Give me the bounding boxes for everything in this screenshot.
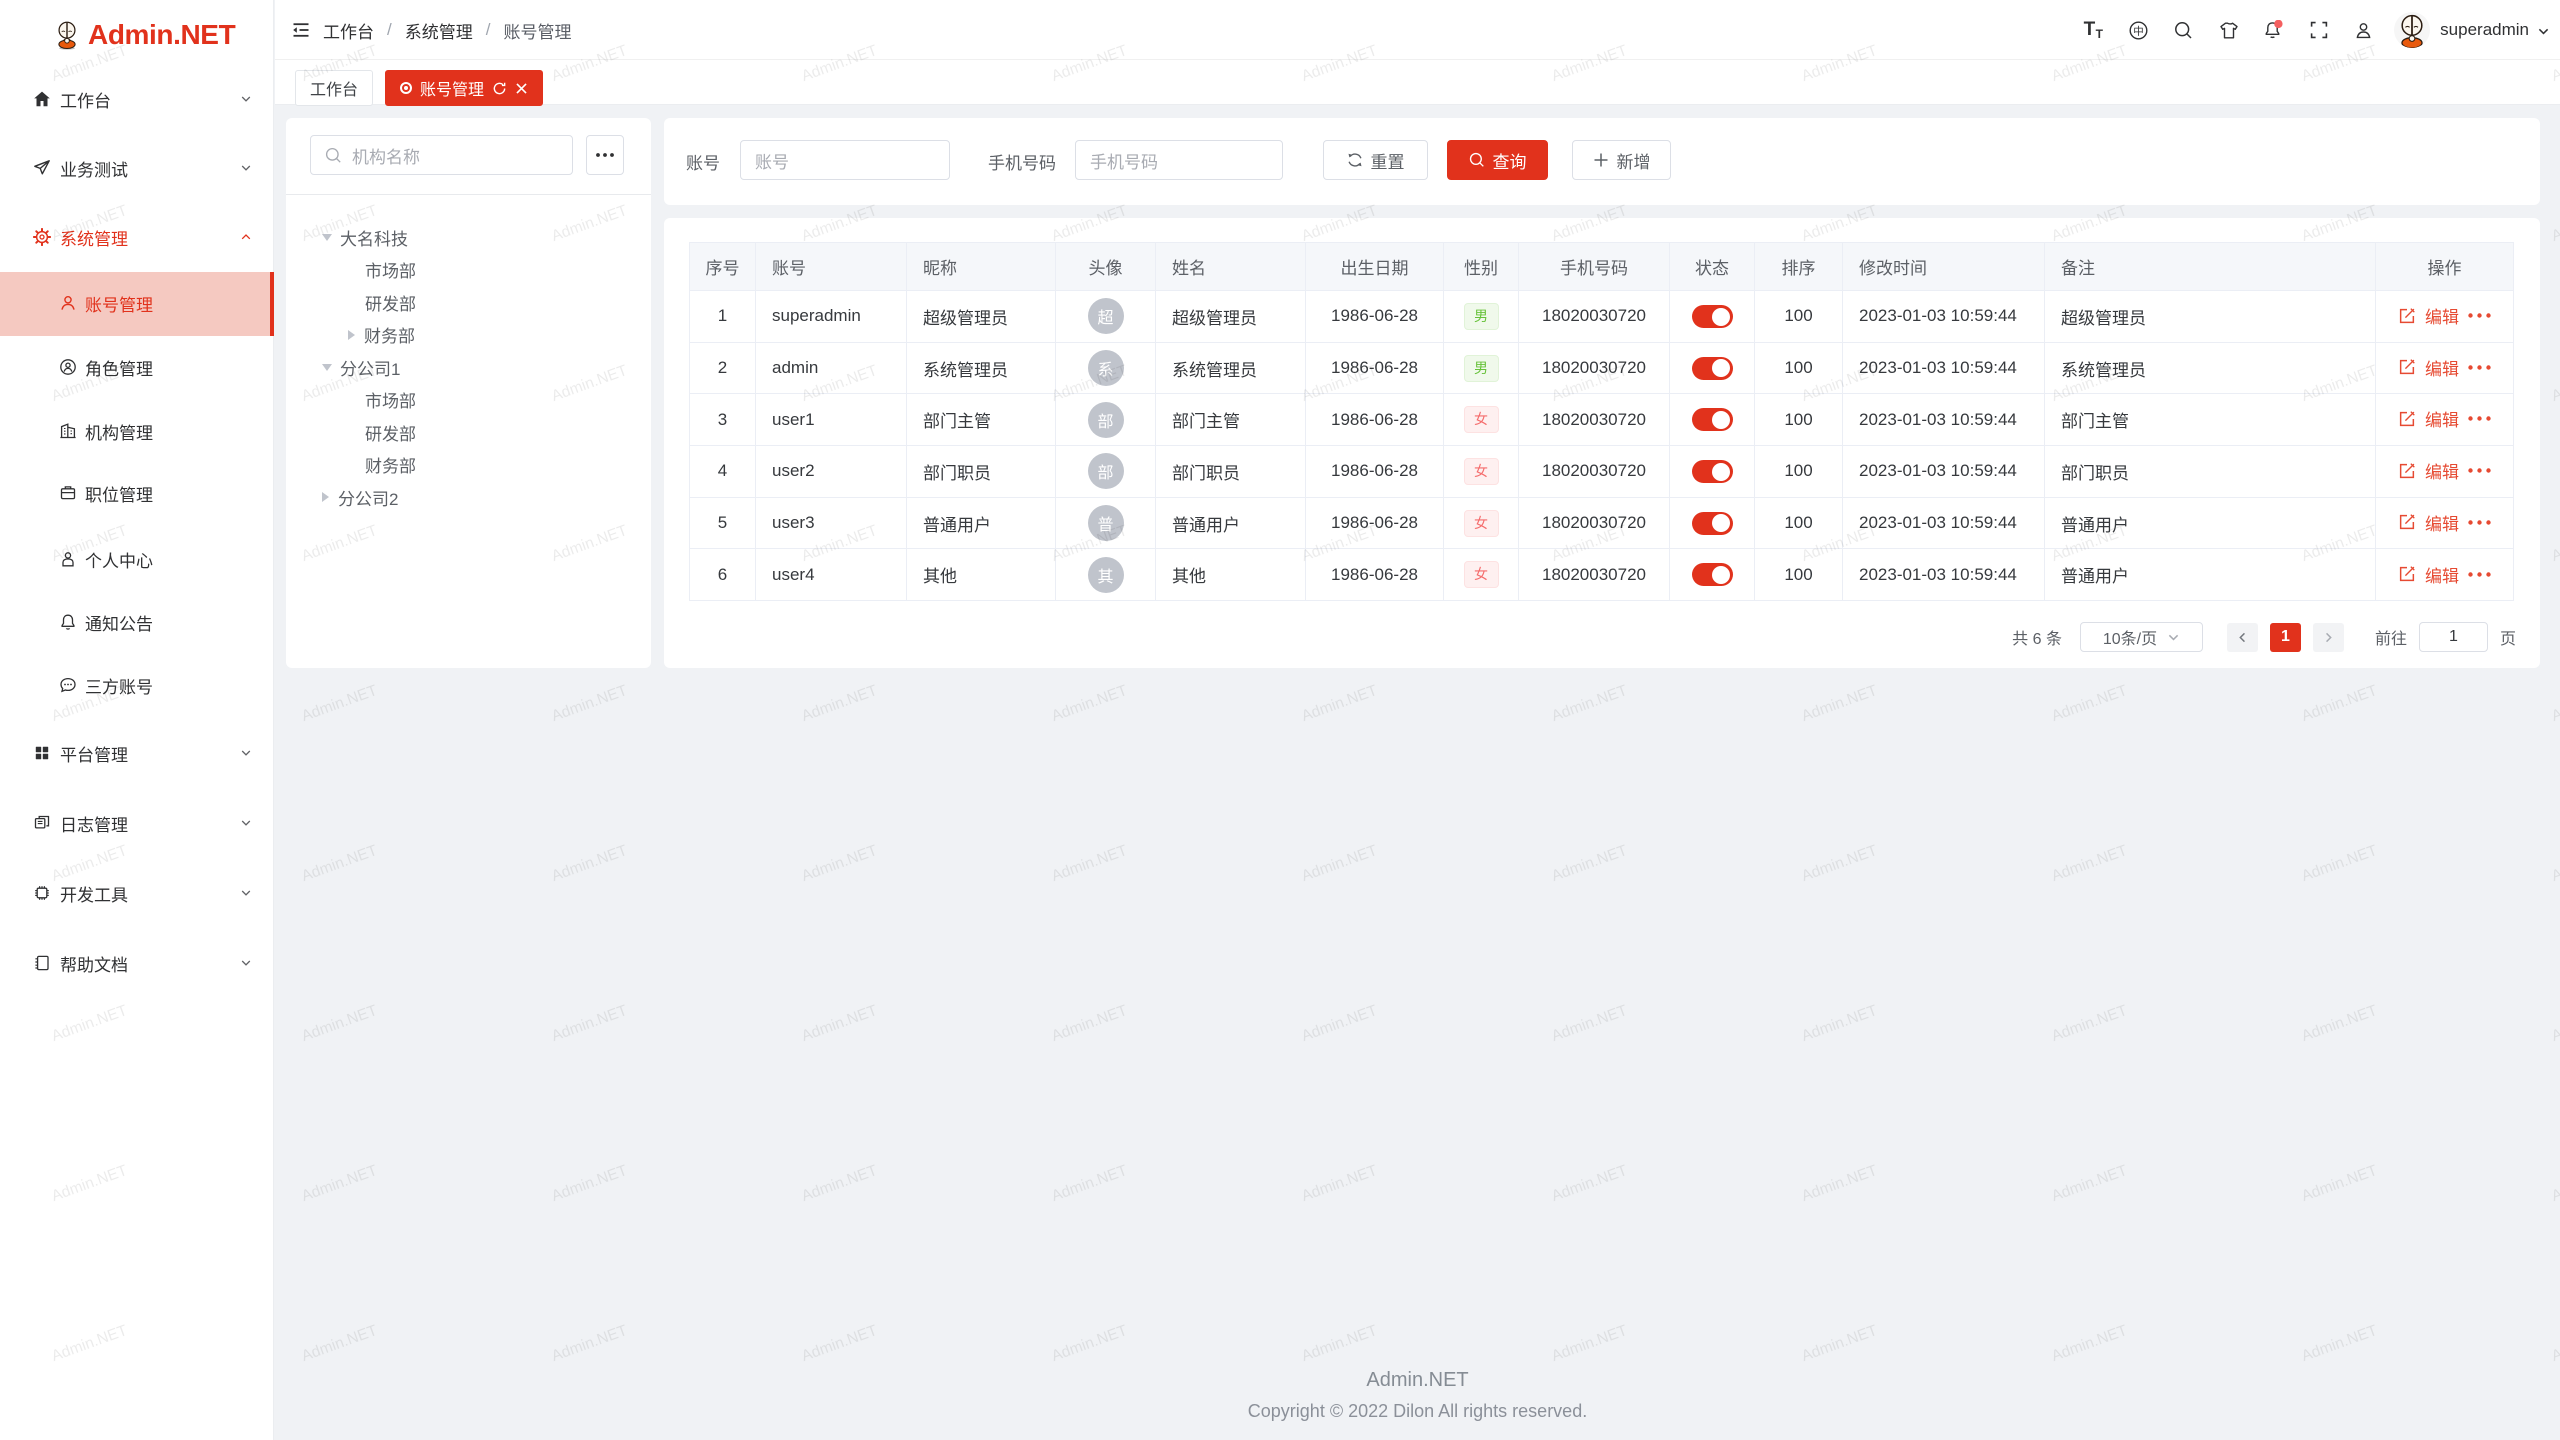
svg-text:中: 中 — [2133, 24, 2144, 37]
